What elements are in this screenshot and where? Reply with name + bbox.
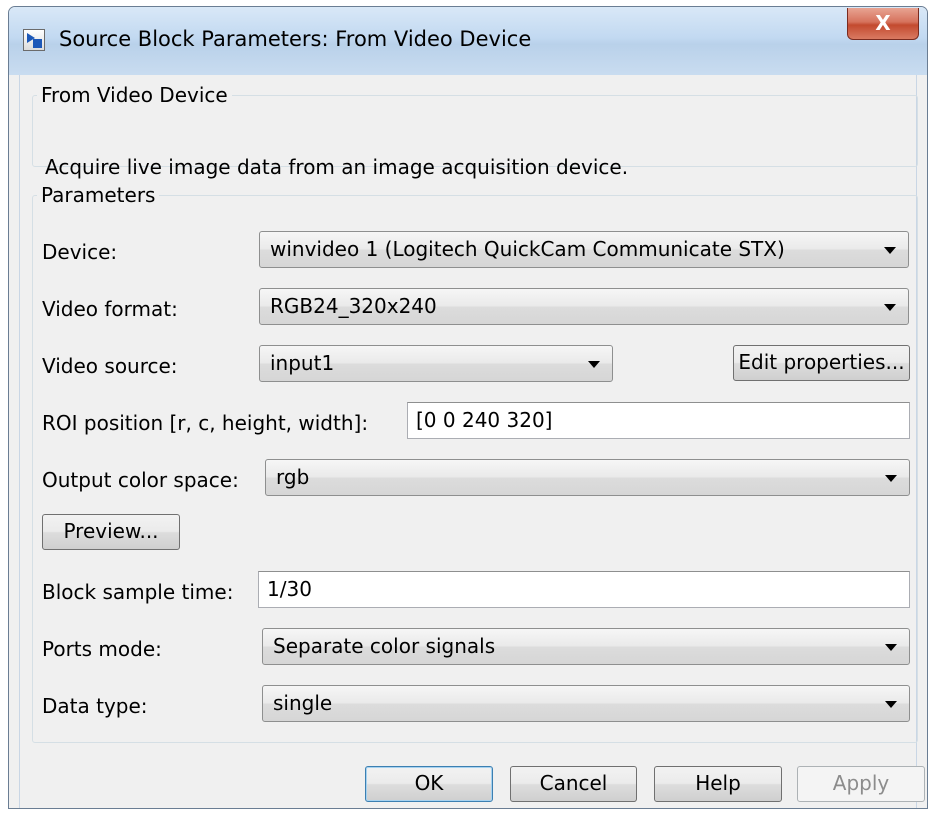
ports-mode-label: Ports mode: (42, 637, 162, 661)
title-bar[interactable]: Source Block Parameters: From Video Devi… (9, 7, 927, 75)
chevron-down-icon (884, 304, 896, 311)
device-value: winvideo 1 (Logitech QuickCam Communicat… (270, 237, 785, 261)
video-source-label: Video source: (42, 354, 178, 378)
description-group: From Video Device Acquire live image dat… (32, 83, 918, 179)
cancel-button[interactable]: Cancel (510, 766, 637, 802)
simulink-block-icon (23, 29, 45, 51)
data-type-label: Data type: (42, 694, 148, 718)
parameters-group-title: Parameters (41, 183, 156, 207)
output-color-space-value: rgb (276, 465, 310, 489)
video-source-dropdown[interactable]: input1 (259, 345, 613, 382)
chevron-down-icon (884, 247, 896, 254)
ports-mode-value: Separate color signals (273, 634, 496, 658)
edit-properties-button[interactable]: Edit properties... (733, 345, 910, 381)
help-button[interactable]: Help (654, 766, 782, 802)
window-title: Source Block Parameters: From Video Devi… (59, 27, 532, 51)
device-dropdown[interactable]: winvideo 1 (Logitech QuickCam Communicat… (259, 231, 909, 268)
data-type-dropdown[interactable]: single (262, 685, 910, 722)
block-sample-time-label: Block sample time: (42, 580, 234, 604)
chevron-down-icon (885, 644, 897, 651)
video-format-value: RGB24_320x240 (270, 294, 437, 318)
chevron-down-icon (885, 475, 897, 482)
ok-button[interactable]: OK (365, 766, 493, 802)
apply-button[interactable]: Apply (797, 766, 925, 802)
video-source-value: input1 (270, 351, 335, 375)
roi-position-value: [0 0 240 320] (416, 408, 553, 432)
roi-position-field[interactable]: [0 0 240 320] (407, 402, 910, 439)
description-group-title: From Video Device (41, 83, 228, 107)
chevron-down-icon (588, 361, 600, 368)
block-sample-time-value: 1/30 (267, 577, 312, 601)
close-button[interactable]: X (847, 8, 919, 40)
preview-button[interactable]: Preview... (42, 514, 180, 550)
chevron-down-icon (885, 701, 897, 708)
dialog-client-area: From Video Device Acquire live image dat… (19, 75, 925, 808)
ports-mode-dropdown[interactable]: Separate color signals (262, 628, 910, 665)
output-color-space-label: Output color space: (42, 468, 239, 492)
video-format-dropdown[interactable]: RGB24_320x240 (259, 288, 909, 325)
dialog-window: Source Block Parameters: From Video Devi… (8, 6, 928, 809)
output-color-space-dropdown[interactable]: rgb (265, 459, 910, 496)
video-format-label: Video format: (42, 297, 178, 321)
block-sample-time-field[interactable]: 1/30 (258, 571, 910, 608)
block-description: Acquire live image data from an image ac… (45, 155, 629, 179)
roi-position-label: ROI position [r, c, height, width]: (42, 411, 369, 435)
data-type-value: single (273, 691, 333, 715)
device-label: Device: (42, 240, 118, 264)
